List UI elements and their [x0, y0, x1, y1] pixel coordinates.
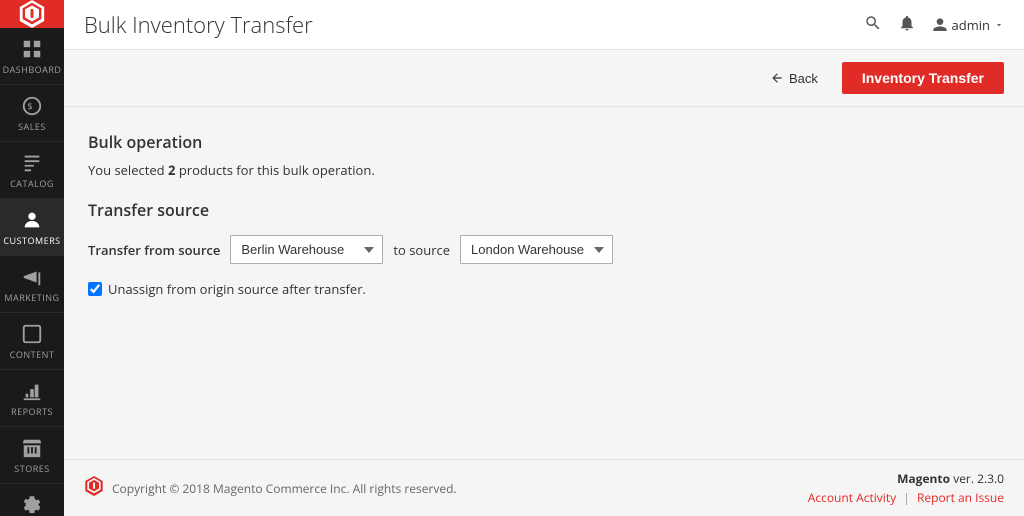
sidebar-item-marketing[interactable]: MARKETING	[0, 256, 64, 313]
footer-left: Copyright © 2018 Magento Commerce Inc. A…	[84, 476, 457, 500]
bulk-operation-description: You selected 2 products for this bulk op…	[88, 161, 1000, 179]
unassign-checkbox-row: Unassign from origin source after transf…	[88, 280, 1000, 298]
svg-text:$: $	[27, 100, 32, 113]
footer-version: Magento ver. 2.3.0	[808, 470, 1004, 487]
sidebar: DASHBOARD $ SALES CATALOG CUSTOMERS MARK…	[0, 0, 64, 516]
sidebar-item-catalog[interactable]: CATALOG	[0, 142, 64, 199]
page-title: Bulk Inventory Transfer	[84, 10, 313, 40]
bulk-desc-prefix: You selected	[88, 161, 168, 179]
transfer-from-select[interactable]: Berlin Warehouse London Warehouse Paris …	[230, 235, 383, 264]
sidebar-item-label-reports: REPORTS	[11, 405, 53, 418]
action-bar: Back Inventory Transfer	[64, 50, 1024, 107]
admin-user-menu[interactable]: admin	[932, 16, 1004, 34]
sidebar-item-dashboard[interactable]: DASHBOARD	[0, 28, 64, 85]
footer-links: Account Activity | Report an Issue	[808, 489, 1004, 506]
search-icon[interactable]	[864, 14, 882, 36]
sidebar-item-label-customers: CUSTOMERS	[3, 234, 60, 247]
sidebar-item-label-marketing: MARKETING	[4, 291, 59, 304]
header-actions: admin	[864, 14, 1004, 36]
transfer-to-select[interactable]: London Warehouse Berlin Warehouse Paris …	[460, 235, 613, 264]
page-body: Bulk operation You selected 2 products f…	[64, 107, 1024, 322]
content-area: Back Inventory Transfer Bulk operation Y…	[64, 50, 1024, 459]
top-header: Bulk Inventory Transfer admin	[64, 0, 1024, 50]
notification-bell-icon[interactable]	[898, 14, 916, 36]
transfer-from-label: Transfer from source	[88, 241, 220, 259]
sidebar-item-label-dashboard: DASHBOARD	[3, 63, 62, 76]
sidebar-item-content[interactable]: CONTENT	[0, 313, 64, 370]
bulk-operation-title: Bulk operation	[88, 131, 1000, 153]
transfer-source-row: Transfer from source Berlin Warehouse Lo…	[88, 235, 1000, 264]
back-button[interactable]: Back	[758, 65, 830, 92]
bulk-operation-section: Bulk operation You selected 2 products f…	[88, 131, 1000, 179]
sidebar-item-customers[interactable]: CUSTOMERS	[0, 199, 64, 256]
inventory-transfer-button[interactable]: Inventory Transfer	[842, 62, 1004, 94]
unassign-label[interactable]: Unassign from origin source after transf…	[108, 280, 366, 298]
report-issue-link[interactable]: Report an Issue	[917, 489, 1004, 506]
footer-magento-label: Magento	[897, 470, 950, 487]
sidebar-item-stores[interactable]: STORES	[0, 427, 64, 484]
to-source-label: to source	[393, 241, 450, 259]
sidebar-item-system[interactable]: SYSTEM	[0, 484, 64, 516]
sidebar-item-label-sales: SALES	[18, 120, 46, 133]
footer-magento-logo-icon	[84, 476, 104, 500]
transfer-source-title: Transfer source	[88, 199, 1000, 221]
sidebar-item-label-catalog: CATALOG	[10, 177, 54, 190]
footer-version-number: ver. 2.3.0	[953, 470, 1004, 487]
bulk-desc-suffix: products for this bulk operation.	[175, 161, 374, 179]
footer: Copyright © 2018 Magento Commerce Inc. A…	[64, 459, 1024, 516]
admin-username: admin	[952, 16, 990, 34]
account-activity-link[interactable]: Account Activity	[808, 489, 896, 506]
footer-right: Magento ver. 2.3.0 Account Activity | Re…	[808, 470, 1004, 506]
magento-logo[interactable]	[0, 0, 64, 28]
footer-copyright: Copyright © 2018 Magento Commerce Inc. A…	[112, 480, 457, 497]
sidebar-item-label-stores: STORES	[14, 462, 49, 475]
transfer-source-section: Transfer source Transfer from source Ber…	[88, 199, 1000, 298]
main-area: Bulk Inventory Transfer admin Back Inven…	[64, 0, 1024, 516]
footer-link-separator: |	[903, 489, 910, 506]
back-button-label: Back	[789, 71, 818, 86]
sidebar-item-reports[interactable]: REPORTS	[0, 370, 64, 427]
sidebar-item-sales[interactable]: $ SALES	[0, 85, 64, 142]
sidebar-item-label-content: CONTENT	[10, 348, 55, 361]
unassign-checkbox[interactable]	[88, 282, 102, 296]
